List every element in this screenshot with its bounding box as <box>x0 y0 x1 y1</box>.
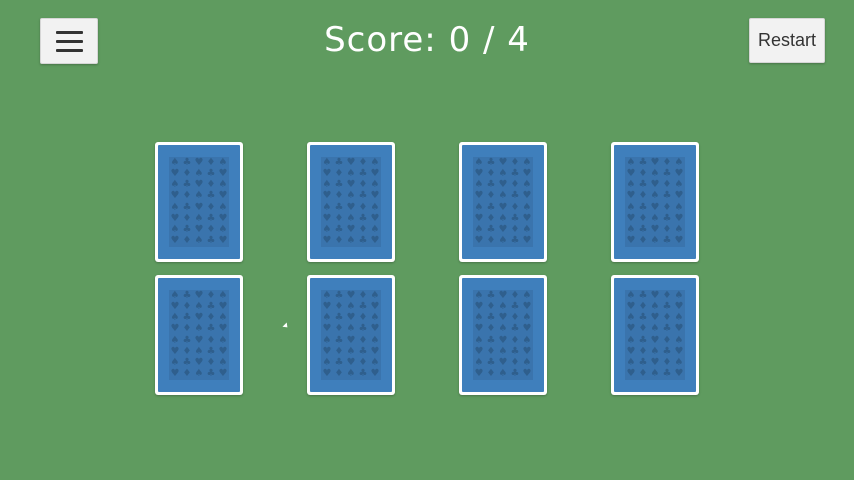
card-suit-pattern-icon: ♠ ♣ ♥ ♦ ♠ ♥ ♦ ♠ ♣ ♥ ♠ ♣ ♥ ♦ ♠ ♥ ♦ ♠ ♣ ♥ ♠ ♣ ♥ ♦ ♠ ♥ ♦ ♠ ♣ ♥ ♠ ♣ ♥ ♦ ♠ ♥ ♦ ♠ ♣ ♥ <box>625 289 685 380</box>
card-back: ♠ ♣ ♥ ♦ ♠ ♥ ♦ ♠ ♣ ♥ ♠ ♣ ♥ ♦ ♠ ♥ ♦ ♠ ♣ ♥ ♠ ♣ ♥ ♦ ♠ ♥ ♦ ♠ ♣ ♥ ♠ ♣ ♥ ♦ ♠ ♥ ♦ ♠ ♣ ♥ <box>462 278 544 392</box>
card-back: ♠ ♣ ♥ ♦ ♠ ♥ ♦ ♠ ♣ ♥ ♠ ♣ ♥ ♦ ♠ ♥ ♦ ♠ ♣ ♥ ♠ ♣ ♥ ♦ ♠ ♥ ♦ ♠ ♣ ♥ ♠ ♣ ♥ ♦ ♠ ♥ ♦ ♠ ♣ ♥ <box>614 145 696 259</box>
card-suit-pattern-icon: ♠ ♣ ♥ ♦ ♠ ♥ ♦ ♠ ♣ ♥ ♠ ♣ ♥ ♦ ♠ ♥ ♦ ♠ ♣ ♥ ♠ ♣ ♥ ♦ ♠ ♥ ♦ ♠ ♣ ♥ ♠ ♣ ♥ ♦ ♠ ♥ ♦ ♠ ♣ ♥ <box>321 156 381 247</box>
card-back: ♠ ♣ ♥ ♦ ♠ ♥ ♦ ♠ ♣ ♥ ♠ ♣ ♥ ♦ ♠ ♥ ♦ ♠ ♣ ♥ ♠ ♣ ♥ ♦ ♠ ♥ ♦ ♠ ♣ ♥ ♠ ♣ ♥ ♦ ♠ ♥ ♦ ♠ ♣ ♥ <box>158 278 240 392</box>
card-suit-pattern-icon: ♠ ♣ ♥ ♦ ♠ ♥ ♦ ♠ ♣ ♥ ♠ ♣ ♥ ♦ ♠ ♥ ♦ ♠ ♣ ♥ ♠ ♣ ♥ ♦ ♠ ♥ ♦ ♠ ♣ ♥ ♠ ♣ ♥ ♦ ♠ ♥ ♦ ♠ ♣ ♥ <box>169 156 229 247</box>
face-down-card[interactable]: ♠ ♣ ♥ ♦ ♠ ♥ ♦ ♠ ♣ ♥ ♠ ♣ ♥ ♦ ♠ ♥ ♦ ♠ ♣ ♥ ♠ ♣ ♥ ♦ ♠ ♥ ♦ ♠ ♣ ♥ ♠ ♣ ♥ ♦ ♠ ♥ ♦ ♠ ♣ ♥ <box>459 142 547 262</box>
restart-button[interactable]: Restart <box>749 18 825 63</box>
face-down-card[interactable]: ♠ ♣ ♥ ♦ ♠ ♥ ♦ ♠ ♣ ♥ ♠ ♣ ♥ ♦ ♠ ♥ ♦ ♠ ♣ ♥ ♠ ♣ ♥ ♦ ♠ ♥ ♦ ♠ ♣ ♥ ♠ ♣ ♥ ♦ ♠ ♥ ♦ ♠ ♣ ♥ <box>307 142 395 262</box>
card-back: ♠ ♣ ♥ ♦ ♠ ♥ ♦ ♠ ♣ ♥ ♠ ♣ ♥ ♦ ♠ ♥ ♦ ♠ ♣ ♥ ♠ ♣ ♥ ♦ ♠ ♥ ♦ ♠ ♣ ♥ ♠ ♣ ♥ ♦ ♠ ♥ ♦ ♠ ♣ ♥ <box>614 278 696 392</box>
face-down-card[interactable]: ♠ ♣ ♥ ♦ ♠ ♥ ♦ ♠ ♣ ♥ ♠ ♣ ♥ ♦ ♠ ♥ ♦ ♠ ♣ ♥ ♠ ♣ ♥ ♦ ♠ ♥ ♦ ♠ ♣ ♥ ♠ ♣ ♥ ♦ ♠ ♥ ♦ ♠ ♣ ♥ <box>611 142 699 262</box>
card-suit-pattern-icon: ♠ ♣ ♥ ♦ ♠ ♥ ♦ ♠ ♣ ♥ ♠ ♣ ♥ ♦ ♠ ♥ ♦ ♠ ♣ ♥ ♠ ♣ ♥ ♦ ♠ ♥ ♦ ♠ ♣ ♥ ♠ ♣ ♥ ♦ ♠ ♥ ♦ ♠ ♣ ♥ <box>625 156 685 247</box>
face-down-card[interactable]: ♠ ♣ ♥ ♦ ♠ ♥ ♦ ♠ ♣ ♥ ♠ ♣ ♥ ♦ ♠ ♥ ♦ ♠ ♣ ♥ ♠ ♣ ♥ ♦ ♠ ♥ ♦ ♠ ♣ ♥ ♠ ♣ ♥ ♦ ♠ ♥ ♦ ♠ ♣ ♥ <box>611 275 699 395</box>
card-suit-pattern-icon: ♠ ♣ ♥ ♦ ♠ ♥ ♦ ♠ ♣ ♥ ♠ ♣ ♥ ♦ ♠ ♥ ♦ ♠ ♣ ♥ ♠ ♣ ♥ ♦ ♠ ♥ ♦ ♠ ♣ ♥ ♠ ♣ ♥ ♦ ♠ ♥ ♦ ♠ ♣ ♥ <box>473 289 533 380</box>
face-down-card[interactable]: ♠ ♣ ♥ ♦ ♠ ♥ ♦ ♠ ♣ ♥ ♠ ♣ ♥ ♦ ♠ ♥ ♦ ♠ ♣ ♥ ♠ ♣ ♥ ♦ ♠ ♥ ♦ ♠ ♣ ♥ ♠ ♣ ♥ ♦ ♠ ♥ ♦ ♠ ♣ ♥ <box>155 275 243 395</box>
face-down-card[interactable]: ♠ ♣ ♥ ♦ ♠ ♥ ♦ ♠ ♣ ♥ ♠ ♣ ♥ ♦ ♠ ♥ ♦ ♠ ♣ ♥ ♠ ♣ ♥ ♦ ♠ ♥ ♦ ♠ ♣ ♥ ♠ ♣ ♥ ♦ ♠ ♥ ♦ ♠ ♣ ♥ <box>459 275 547 395</box>
score-display: Score: 0 / 4 <box>324 20 530 60</box>
card-back: ♠ ♣ ♥ ♦ ♠ ♥ ♦ ♠ ♣ ♥ ♠ ♣ ♥ ♦ ♠ ♥ ♦ ♠ ♣ ♥ ♠ ♣ ♥ ♦ ♠ ♥ ♦ ♠ ♣ ♥ ♠ ♣ ♥ ♦ ♠ ♥ ♦ ♠ ♣ ♥ <box>158 145 240 259</box>
face-down-card[interactable]: ♠ ♣ ♥ ♦ ♠ ♥ ♦ ♠ ♣ ♥ ♠ ♣ ♥ ♦ ♠ ♥ ♦ ♠ ♣ ♥ ♠ ♣ ♥ ♦ ♠ ♥ ♦ ♠ ♣ ♥ ♠ ♣ ♥ ♦ ♠ ♥ ♦ ♠ ♣ ♥ <box>307 275 395 395</box>
card-suit-pattern-icon: ♠ ♣ ♥ ♦ ♠ ♥ ♦ ♠ ♣ ♥ ♠ ♣ ♥ ♦ ♠ ♥ ♦ ♠ ♣ ♥ ♠ ♣ ♥ ♦ ♠ ♥ ♦ ♠ ♣ ♥ ♠ ♣ ♥ ♦ ♠ ♥ ♦ ♠ ♣ ♥ <box>169 289 229 380</box>
mouse-cursor-icon <box>282 322 290 330</box>
card-back: ♠ ♣ ♥ ♦ ♠ ♥ ♦ ♠ ♣ ♥ ♠ ♣ ♥ ♦ ♠ ♥ ♦ ♠ ♣ ♥ ♠ ♣ ♥ ♦ ♠ ♥ ♦ ♠ ♣ ♥ ♠ ♣ ♥ ♦ ♠ ♥ ♦ ♠ ♣ ♥ <box>462 145 544 259</box>
card-suit-pattern-icon: ♠ ♣ ♥ ♦ ♠ ♥ ♦ ♠ ♣ ♥ ♠ ♣ ♥ ♦ ♠ ♥ ♦ ♠ ♣ ♥ ♠ ♣ ♥ ♦ ♠ ♥ ♦ ♠ ♣ ♥ ♠ ♣ ♥ ♦ ♠ ♥ ♦ ♠ ♣ ♥ <box>321 289 381 380</box>
card-back: ♠ ♣ ♥ ♦ ♠ ♥ ♦ ♠ ♣ ♥ ♠ ♣ ♥ ♦ ♠ ♥ ♦ ♠ ♣ ♥ ♠ ♣ ♥ ♦ ♠ ♥ ♦ ♠ ♣ ♥ ♠ ♣ ♥ ♦ ♠ ♥ ♦ ♠ ♣ ♥ <box>310 278 392 392</box>
card-suit-pattern-icon: ♠ ♣ ♥ ♦ ♠ ♥ ♦ ♠ ♣ ♥ ♠ ♣ ♥ ♦ ♠ ♥ ♦ ♠ ♣ ♥ ♠ ♣ ♥ ♦ ♠ ♥ ♦ ♠ ♣ ♥ ♠ ♣ ♥ ♦ ♠ ♥ ♦ ♠ ♣ ♥ <box>473 156 533 247</box>
card-back: ♠ ♣ ♥ ♦ ♠ ♥ ♦ ♠ ♣ ♥ ♠ ♣ ♥ ♦ ♠ ♥ ♦ ♠ ♣ ♥ ♠ ♣ ♥ ♦ ♠ ♥ ♦ ♠ ♣ ♥ ♠ ♣ ♥ ♦ ♠ ♥ ♦ ♠ ♣ ♥ <box>310 145 392 259</box>
face-down-card[interactable]: ♠ ♣ ♥ ♦ ♠ ♥ ♦ ♠ ♣ ♥ ♠ ♣ ♥ ♦ ♠ ♥ ♦ ♠ ♣ ♥ ♠ ♣ ♥ ♦ ♠ ♥ ♦ ♠ ♣ ♥ ♠ ♣ ♥ ♦ ♠ ♥ ♦ ♠ ♣ ♥ <box>155 142 243 262</box>
